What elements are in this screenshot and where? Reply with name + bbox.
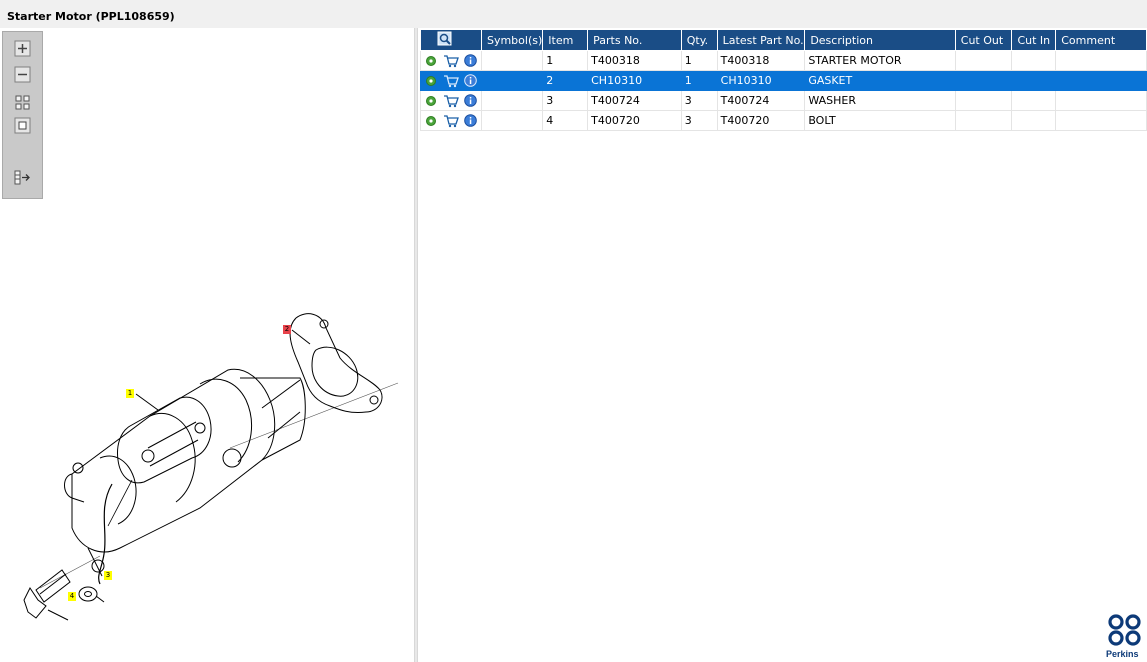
cell-description: GASKET	[804, 70, 956, 91]
cell-description: WASHER	[804, 90, 956, 111]
cell-cut-out	[954, 90, 1013, 111]
cell-cut-out	[954, 70, 1013, 91]
column-header-tools[interactable]	[420, 29, 482, 51]
column-header-cut-in[interactable]: Cut In	[1011, 29, 1057, 51]
cell-cut-in	[1011, 90, 1057, 111]
cell-cut-in	[1011, 50, 1057, 71]
shopping-cart-icon[interactable]	[443, 54, 459, 68]
cell-item: 3	[542, 90, 589, 111]
cell-cut-out	[954, 110, 1013, 131]
cell-item: 1	[542, 50, 589, 71]
zoom-in-button[interactable]	[14, 40, 31, 57]
actual-size-button[interactable]	[14, 117, 31, 134]
callout-item-3[interactable]: 3	[104, 571, 112, 580]
cell-latest-part-no: T400318	[716, 50, 806, 71]
cell-parts-no: T400724	[587, 90, 682, 111]
cell-comment	[1055, 50, 1147, 71]
table-row[interactable]: 4 T400720 3 T400720 BOLT	[420, 110, 1147, 131]
gear-icon[interactable]	[425, 75, 437, 87]
column-header-cut-out[interactable]: Cut Out	[954, 29, 1013, 51]
cell-item: 4	[542, 110, 589, 131]
cell-symbols	[480, 110, 544, 131]
column-header-comment[interactable]: Comment	[1055, 29, 1147, 51]
column-header-description[interactable]: Description	[804, 29, 956, 51]
cell-latest-part-no: T400724	[716, 90, 806, 111]
cell-description: STARTER MOTOR	[804, 50, 956, 71]
window-title: Starter Motor (PPL108659)	[7, 10, 175, 23]
search-parts-icon[interactable]	[437, 31, 453, 47]
gear-icon[interactable]	[425, 115, 437, 127]
table-row[interactable]: 1 T400318 1 T400318 STARTER MOTOR	[420, 50, 1147, 71]
zoom-out-icon	[14, 66, 31, 83]
cell-comment	[1055, 110, 1147, 131]
row-actions	[420, 50, 482, 71]
row-actions	[420, 90, 482, 111]
table-header-row: Symbol(s) Item Parts No. Qty. Latest Par…	[420, 29, 1147, 51]
diagram-panel[interactable]: 1 2 3 4	[0, 28, 414, 662]
exploded-diagram	[23, 313, 399, 621]
actual-size-icon	[14, 117, 31, 134]
cell-cut-in	[1011, 110, 1057, 131]
column-header-latest-part-no[interactable]: Latest Part No.	[716, 29, 806, 51]
title-bar: Starter Motor (PPL108659)	[0, 0, 1147, 27]
cell-symbols	[480, 50, 544, 71]
cell-qty: 1	[680, 50, 718, 71]
cell-qty: 1	[680, 70, 718, 91]
fit-all-icon	[15, 95, 30, 110]
table-row[interactable]: 3 T400724 3 T400724 WASHER	[420, 90, 1147, 111]
info-icon[interactable]	[464, 114, 477, 127]
parts-table: Symbol(s) Item Parts No. Qty. Latest Par…	[420, 29, 1147, 131]
cell-symbols	[480, 90, 544, 111]
cell-comment	[1055, 90, 1147, 111]
fit-all-button[interactable]	[14, 94, 31, 111]
washer-shape	[78, 586, 98, 602]
shopping-cart-icon[interactable]	[443, 74, 459, 88]
zoom-in-icon	[14, 40, 31, 57]
gear-icon[interactable]	[425, 95, 437, 107]
toggle-panel-icon	[14, 170, 30, 185]
row-actions	[420, 70, 482, 91]
cell-latest-part-no: T400720	[716, 110, 806, 131]
info-icon[interactable]	[464, 94, 477, 107]
toggle-panel-button[interactable]	[14, 169, 31, 186]
gasket-shape	[289, 313, 383, 413]
column-header-qty[interactable]: Qty.	[680, 29, 718, 51]
viewer-toolbar	[2, 31, 43, 199]
callout-item-2[interactable]: 2	[283, 325, 291, 334]
column-header-item[interactable]: Item	[542, 29, 589, 51]
cell-item: 2	[542, 70, 589, 91]
brand-name: Perkins	[1106, 649, 1139, 659]
column-header-symbols[interactable]: Symbol(s)	[480, 29, 544, 51]
cell-description: BOLT	[804, 110, 956, 131]
info-icon[interactable]	[464, 54, 477, 67]
cell-cut-in	[1011, 70, 1057, 91]
cell-parts-no: T400318	[587, 50, 682, 71]
callout-item-4[interactable]: 4	[68, 592, 76, 601]
cell-qty: 3	[680, 90, 718, 111]
parts-panel: Symbol(s) Item Parts No. Qty. Latest Par…	[418, 28, 1147, 662]
cell-symbols	[480, 70, 544, 91]
cell-cut-out	[954, 50, 1013, 71]
shopping-cart-icon[interactable]	[443, 114, 459, 128]
cell-comment	[1055, 70, 1147, 91]
callout-item-1[interactable]: 1	[126, 389, 134, 398]
table-row-selected[interactable]: 2 CH10310 1 CH10310 GASKET	[420, 70, 1147, 91]
zoom-out-button[interactable]	[14, 66, 31, 83]
shopping-cart-icon[interactable]	[443, 94, 459, 108]
cell-parts-no: CH10310	[587, 70, 682, 91]
row-actions	[420, 110, 482, 131]
column-header-parts-no[interactable]: Parts No.	[587, 29, 682, 51]
cell-qty: 3	[680, 110, 718, 131]
gear-icon[interactable]	[425, 55, 437, 67]
info-icon[interactable]	[464, 74, 477, 87]
cell-latest-part-no: CH10310	[716, 70, 806, 91]
cell-parts-no: T400720	[587, 110, 682, 131]
